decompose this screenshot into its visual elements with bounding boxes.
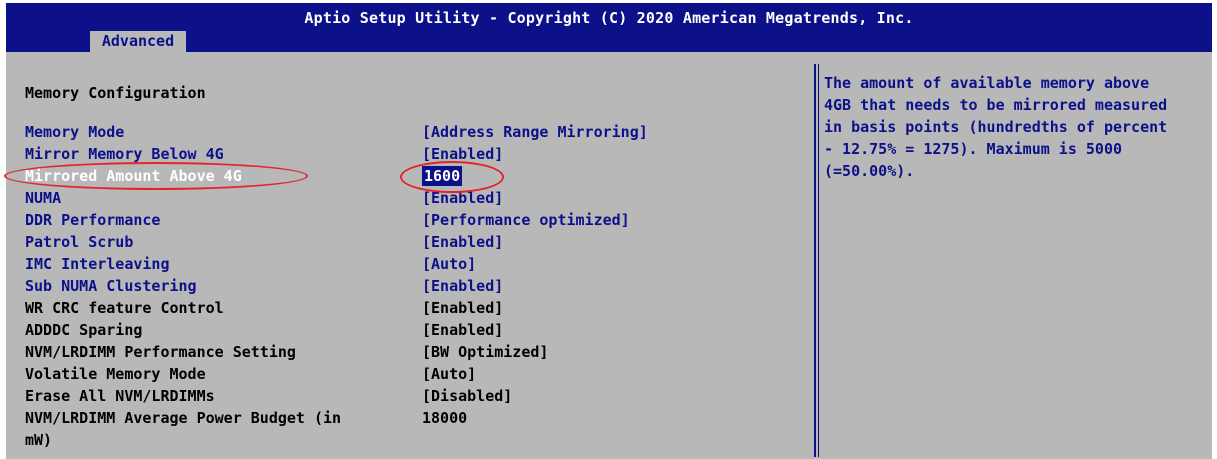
setting-label: ADDDC Sparing xyxy=(25,321,143,339)
setting-label: Memory Mode xyxy=(25,123,125,141)
main-area: Memory Configuration Memory Mode [Addres… xyxy=(4,58,1212,459)
setting-row-nvm-performance: NVM/LRDIMM Performance Setting [BW Optim… xyxy=(12,341,812,363)
annotation-ellipse-label xyxy=(4,162,308,190)
setting-row-volatile-memory-mode: Volatile Memory Mode [Auto] xyxy=(12,363,812,385)
setting-row-nvm-power-budget: NVM/LRDIMM Average Power Budget (in 1800… xyxy=(12,407,812,429)
settings-panel: Memory Configuration Memory Mode [Addres… xyxy=(4,64,816,457)
setting-value: [BW Optimized] xyxy=(422,343,549,361)
setting-row-nvm-power-budget-cont: mW) xyxy=(12,429,812,451)
setting-label: Patrol Scrub xyxy=(25,233,134,251)
setting-value: 18000 xyxy=(422,409,468,427)
setting-label: DDR Performance xyxy=(25,211,161,229)
setting-label: NVM/LRDIMM Performance Setting xyxy=(25,343,296,361)
setting-label: mW) xyxy=(25,431,53,449)
setting-value: [Enabled] xyxy=(422,321,504,339)
setting-value: [Auto] xyxy=(422,365,477,383)
help-text: The amount of available memory above 4GB… xyxy=(824,74,1168,180)
setting-label: Sub NUMA Clustering xyxy=(25,277,197,295)
setting-label: NUMA xyxy=(25,189,62,207)
setting-label: NVM/LRDIMM Average Power Budget (in xyxy=(25,409,342,427)
setting-row-patrol-scrub[interactable]: Patrol Scrub [Enabled] xyxy=(12,231,812,253)
setting-value[interactable]: [Performance optimized] xyxy=(422,209,630,231)
setting-row-erase-all-nvm: Erase All NVM/LRDIMMs [Disabled] xyxy=(12,385,812,407)
setting-row-wr-crc: WR CRC feature Control [Enabled] xyxy=(12,297,812,319)
setting-value[interactable]: [Auto] xyxy=(422,253,476,275)
setting-row-adddc-sparing: ADDDC Sparing [Enabled] xyxy=(12,319,812,341)
help-panel: The amount of available memory above 4GB… xyxy=(818,64,1207,457)
setting-row-memory-mode[interactable]: Memory Mode [Address Range Mirroring] xyxy=(12,121,812,143)
setting-label: IMC Interleaving xyxy=(25,255,170,273)
setting-row-ddr-performance[interactable]: DDR Performance [Performance optimized] xyxy=(12,209,812,231)
title-bar: Aptio Setup Utility - Copyright (C) 2020… xyxy=(6,3,1212,52)
setting-value[interactable]: [Enabled] xyxy=(422,231,503,253)
annotation-ellipse-value xyxy=(400,161,504,193)
setting-row-sub-numa-clustering[interactable]: Sub NUMA Clustering [Enabled] xyxy=(12,275,812,297)
tab-advanced[interactable]: Advanced xyxy=(90,31,186,52)
app-title: Aptio Setup Utility - Copyright (C) 2020… xyxy=(304,9,914,27)
setting-label: Volatile Memory Mode xyxy=(25,365,206,383)
setting-row-numa[interactable]: NUMA [Enabled] xyxy=(12,187,812,209)
setting-row-imc-interleaving[interactable]: IMC Interleaving [Auto] xyxy=(12,253,812,275)
section-title: Memory Configuration xyxy=(25,84,206,102)
setting-value[interactable]: [Address Range Mirroring] xyxy=(422,121,648,143)
setting-value[interactable]: [Enabled] xyxy=(422,275,503,297)
setting-label: Erase All NVM/LRDIMMs xyxy=(25,387,215,405)
setting-value: [Enabled] xyxy=(422,299,504,317)
setting-value: [Disabled] xyxy=(422,387,513,405)
setting-label: WR CRC feature Control xyxy=(25,299,224,317)
